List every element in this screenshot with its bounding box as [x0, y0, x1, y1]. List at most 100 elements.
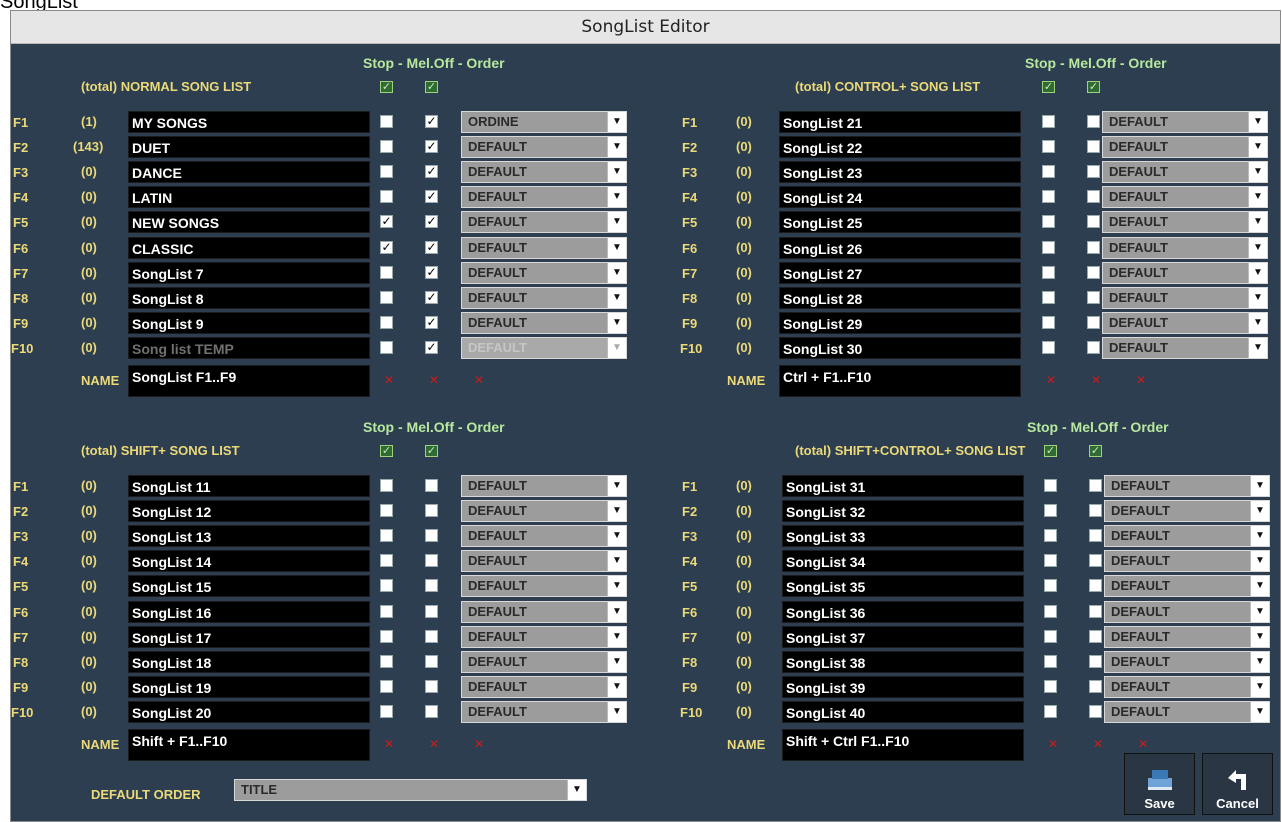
- clear-icon[interactable]: ✕: [474, 737, 484, 751]
- order-select[interactable]: DEFAULT ▼: [1102, 286, 1268, 309]
- stop-checkbox[interactable]: [380, 190, 393, 204]
- mel-off-checkbox[interactable]: [425, 529, 438, 543]
- songlist-name-field[interactable]: SongList 29: [779, 311, 1021, 334]
- order-select[interactable]: DEFAULT ▼: [1102, 336, 1268, 359]
- clear-icon[interactable]: ✕: [429, 373, 439, 387]
- chevron-down-icon[interactable]: ▼: [607, 112, 626, 132]
- stop-checkbox[interactable]: [380, 654, 393, 668]
- mel-off-checkbox[interactable]: [1089, 604, 1102, 618]
- chevron-down-icon[interactable]: ▼: [607, 312, 626, 333]
- songlist-name-field[interactable]: NEW SONGS: [128, 211, 370, 234]
- mel-off-checkbox[interactable]: ✓: [425, 290, 438, 304]
- chevron-down-icon[interactable]: ▼: [607, 551, 626, 572]
- chevron-down-icon[interactable]: ▼: [1248, 312, 1267, 333]
- order-select[interactable]: DEFAULT ▼: [461, 600, 627, 623]
- stop-checkbox[interactable]: [1044, 704, 1057, 718]
- stop-checkbox[interactable]: [1044, 579, 1057, 593]
- mel-off-checkbox[interactable]: ✓: [425, 140, 438, 154]
- songlist-name-field[interactable]: SongList 14: [128, 550, 370, 573]
- mel-off-checkbox[interactable]: [1089, 704, 1102, 718]
- chevron-down-icon[interactable]: ▼: [1250, 701, 1269, 722]
- mel-off-checkbox[interactable]: [1089, 629, 1102, 643]
- order-select[interactable]: DEFAULT ▼: [461, 650, 627, 673]
- stop-checkbox[interactable]: [1044, 479, 1057, 492]
- order-select[interactable]: DEFAULT ▼: [1104, 700, 1270, 723]
- mel-off-checkbox[interactable]: [1087, 165, 1100, 179]
- mel-off-checkbox[interactable]: [1089, 654, 1102, 668]
- chevron-down-icon[interactable]: ▼: [1248, 262, 1267, 283]
- stop-checkbox[interactable]: [380, 529, 393, 543]
- songlist-name-field[interactable]: SongList 8: [128, 286, 370, 309]
- stop-checkbox[interactable]: [1044, 654, 1057, 668]
- chevron-down-icon[interactable]: ▼: [1248, 337, 1267, 358]
- stop-checkbox[interactable]: [380, 265, 393, 279]
- songlist-name-field[interactable]: SongList 17: [128, 625, 370, 648]
- stop-checkbox[interactable]: [1044, 554, 1057, 568]
- mel-off-checkbox[interactable]: [425, 629, 438, 643]
- mel-off-checkbox[interactable]: [1087, 340, 1100, 354]
- songlist-name-field[interactable]: SongList 36: [782, 600, 1024, 623]
- stop-checkbox[interactable]: [1042, 290, 1055, 304]
- mel-off-checkbox[interactable]: [425, 579, 438, 593]
- songlist-name-field[interactable]: SongList 9: [128, 311, 370, 334]
- songlist-name-field[interactable]: SongList 30: [779, 336, 1021, 359]
- chevron-down-icon[interactable]: ▼: [1250, 676, 1269, 697]
- mel-off-checkbox[interactable]: [1089, 579, 1102, 593]
- stop-checkbox[interactable]: [1044, 504, 1057, 518]
- stop-checkbox[interactable]: [380, 704, 393, 718]
- stop-checkbox[interactable]: [380, 579, 393, 593]
- stop-checkbox[interactable]: [1042, 240, 1055, 254]
- mel-off-checkbox[interactable]: ✓: [425, 115, 438, 128]
- clear-icon[interactable]: ✕: [1046, 373, 1056, 387]
- chevron-down-icon[interactable]: ▼: [607, 601, 626, 622]
- chevron-down-icon[interactable]: ▼: [1250, 651, 1269, 672]
- order-select[interactable]: DEFAULT ▼: [1102, 136, 1268, 159]
- chevron-down-icon[interactable]: ▼: [607, 287, 626, 308]
- songlist-name-field[interactable]: SongList 34: [782, 550, 1024, 573]
- order-select[interactable]: DEFAULT ▼: [1104, 550, 1270, 573]
- songlist-name-field[interactable]: SongList 11: [128, 475, 370, 497]
- chevron-down-icon[interactable]: ▼: [1250, 501, 1269, 522]
- panel-name-field[interactable]: Ctrl + F1..F10: [779, 365, 1021, 397]
- songlist-name-field[interactable]: SongList 18: [128, 650, 370, 673]
- stop-checkbox[interactable]: [1042, 190, 1055, 204]
- songlist-name-field[interactable]: SongList 13: [128, 525, 370, 548]
- songlist-name-field[interactable]: SongList 20: [128, 700, 370, 723]
- order-select[interactable]: DEFAULT ▼: [461, 261, 627, 284]
- mel-off-checkbox[interactable]: [1089, 554, 1102, 568]
- chevron-down-icon[interactable]: ▼: [607, 137, 626, 158]
- songlist-name-field[interactable]: SongList 40: [782, 700, 1024, 723]
- order-select[interactable]: DEFAULT ▼: [461, 311, 627, 334]
- order-select[interactable]: DEFAULT ▼: [461, 550, 627, 573]
- songlist-name-field[interactable]: SongList 39: [782, 675, 1024, 698]
- stop-checkbox[interactable]: [380, 554, 393, 568]
- stop-checkbox[interactable]: [380, 165, 393, 179]
- chevron-down-icon[interactable]: ▼: [607, 576, 626, 597]
- songlist-name-field[interactable]: SongList 24: [779, 186, 1021, 209]
- chevron-down-icon[interactable]: ▼: [607, 626, 626, 647]
- chevron-down-icon[interactable]: ▼: [1248, 162, 1267, 183]
- chevron-down-icon[interactable]: ▼: [1248, 187, 1267, 208]
- songlist-name-field[interactable]: SongList 33: [782, 525, 1024, 548]
- mel-off-checkbox[interactable]: [425, 479, 438, 492]
- clear-icon[interactable]: ✕: [1048, 737, 1058, 751]
- songlist-name-field[interactable]: SongList 7: [128, 261, 370, 284]
- songlist-name-field[interactable]: SongList 12: [128, 500, 370, 523]
- order-select[interactable]: DEFAULT ▼: [461, 675, 627, 698]
- chevron-down-icon[interactable]: ▼: [1250, 476, 1269, 496]
- stop-checkbox[interactable]: [380, 290, 393, 304]
- chevron-down-icon[interactable]: ▼: [607, 501, 626, 522]
- songlist-name-field[interactable]: SongList 15: [128, 575, 370, 598]
- chevron-down-icon[interactable]: ▼: [1250, 551, 1269, 572]
- songlist-name-field[interactable]: SongList 16: [128, 600, 370, 623]
- mel-off-checkbox[interactable]: [1087, 115, 1100, 128]
- mel-off-checkbox[interactable]: ✓: [425, 215, 438, 229]
- order-select[interactable]: DEFAULT ▼: [1102, 311, 1268, 334]
- chevron-down-icon[interactable]: ▼: [1250, 601, 1269, 622]
- order-select[interactable]: DEFAULT ▼: [1102, 236, 1268, 259]
- mel-off-checkbox[interactable]: [425, 604, 438, 618]
- songlist-name-field[interactable]: LATIN: [128, 186, 370, 209]
- mel-off-checkbox[interactable]: [425, 654, 438, 668]
- order-select[interactable]: DEFAULT ▼: [1104, 575, 1270, 598]
- clear-icon[interactable]: ✕: [1091, 373, 1101, 387]
